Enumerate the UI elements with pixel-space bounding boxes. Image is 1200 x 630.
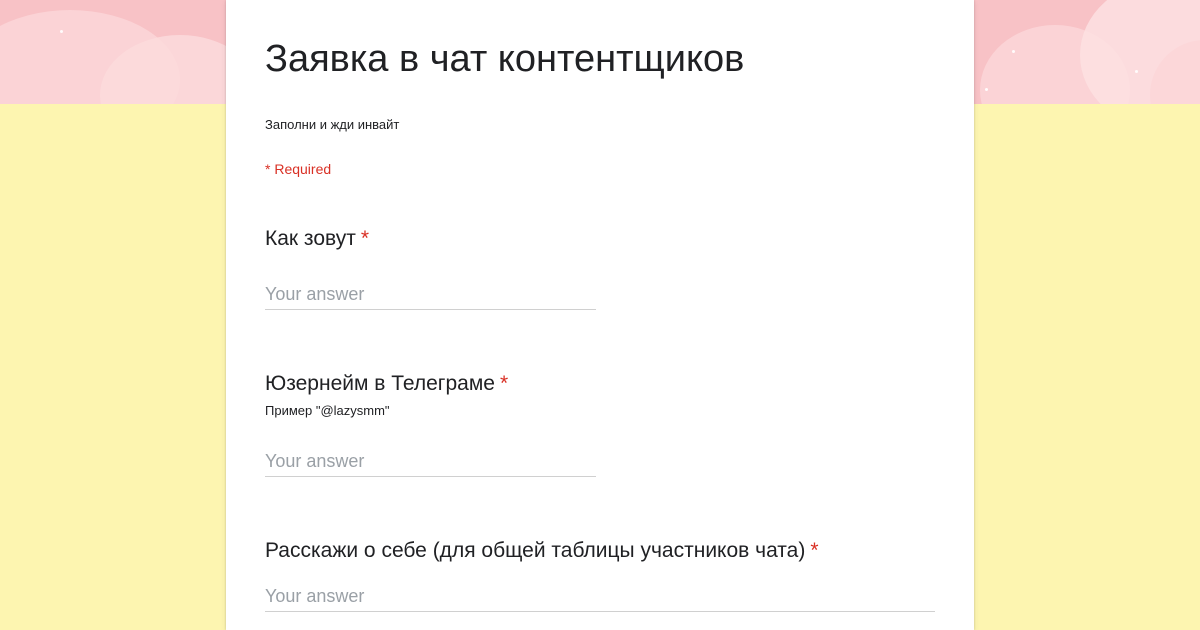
required-asterisk: * xyxy=(499,372,509,395)
name-input[interactable] xyxy=(265,281,596,307)
telegram-answer-field[interactable] xyxy=(265,448,596,477)
about-input[interactable] xyxy=(265,583,935,609)
required-note: * Required xyxy=(265,161,332,177)
required-asterisk: * xyxy=(360,227,370,250)
form-description: Заполни и жди инвайт xyxy=(265,117,400,132)
question-label-text: Как зовут xyxy=(265,227,356,250)
about-answer-field[interactable] xyxy=(265,583,935,612)
form-card: Заявка в чат контентщиков Заполни и жди … xyxy=(226,0,974,630)
question-telegram-label: Юзернейм в Телеграме * xyxy=(265,372,508,396)
telegram-hint: Пример "@lazysmm" xyxy=(265,403,390,418)
telegram-username-input[interactable] xyxy=(265,448,596,474)
question-label-text: Юзернейм в Телеграме xyxy=(265,372,495,395)
question-label-text: Расскажи о себе (для общей таблицы участ… xyxy=(265,539,806,562)
sparkle-decoration xyxy=(1012,50,1015,53)
question-about-label: Расскажи о себе (для общей таблицы участ… xyxy=(265,539,819,563)
name-answer-field[interactable] xyxy=(265,281,596,310)
required-asterisk: * xyxy=(810,539,819,562)
sparkle-decoration xyxy=(60,30,63,33)
sparkle-decoration xyxy=(985,88,988,91)
sparkle-decoration xyxy=(1135,70,1138,73)
question-name-label: Как зовут * xyxy=(265,227,369,251)
form-title: Заявка в чат контентщиков xyxy=(265,38,745,80)
